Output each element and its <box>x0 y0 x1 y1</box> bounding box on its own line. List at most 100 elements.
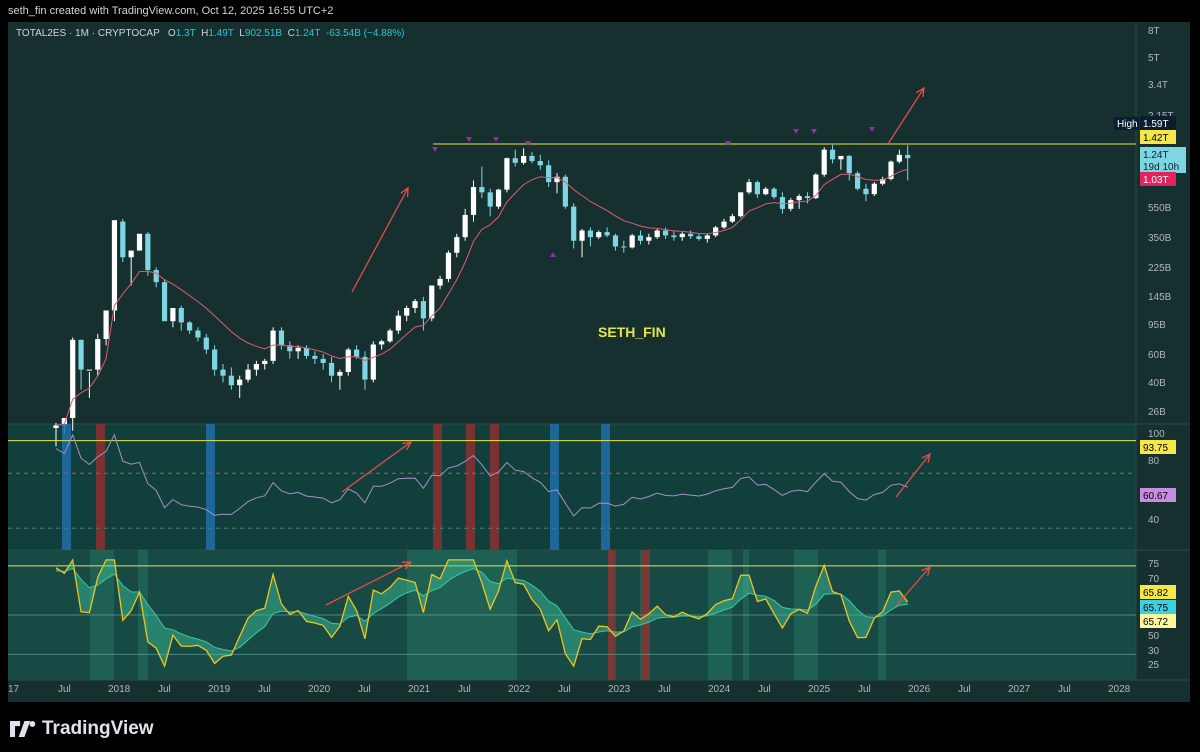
candle-body <box>420 301 426 319</box>
candle-body <box>404 308 410 316</box>
change-value: -63.54B (−4.88%) <box>325 28 405 39</box>
time-axis-label: 2020 <box>308 684 331 695</box>
candle-body <box>512 158 518 163</box>
current-price-tag: 1.24T <box>1143 150 1169 161</box>
signal-band <box>490 424 499 550</box>
candle-body <box>487 192 493 207</box>
candle-body <box>529 155 535 162</box>
candle-body <box>395 315 401 331</box>
high-label: High <box>1117 119 1138 130</box>
candle-body <box>312 355 318 359</box>
time-axis-label: 2021 <box>408 684 431 695</box>
candle-body <box>354 349 360 357</box>
price-tick-label: 350B <box>1148 233 1172 244</box>
candle-body <box>746 182 752 193</box>
candle-body <box>621 246 627 248</box>
candle-body <box>671 235 677 238</box>
countdown-tag: 19d 10h <box>1143 162 1179 173</box>
close-value: 1.24T <box>294 28 321 39</box>
candle-body <box>504 158 510 190</box>
low-value: 902.51B <box>244 28 283 39</box>
candle-body <box>788 200 794 209</box>
candle-body <box>521 155 527 163</box>
tradingview-logo-icon <box>10 721 36 737</box>
time-axis-label: Jul <box>58 684 71 695</box>
attribution-text: seth_fin created with TradingView.com, O… <box>8 5 334 17</box>
candle-body <box>896 154 902 162</box>
candle-body <box>729 216 735 222</box>
price-tick-label: 8T <box>1148 26 1160 37</box>
candle-body <box>829 149 836 160</box>
signal-band <box>433 424 442 550</box>
osc-tick-label: 50 <box>1148 631 1160 642</box>
time-axis-label: 2023 <box>608 684 631 695</box>
candle-body <box>604 232 610 236</box>
candle-body <box>863 188 869 195</box>
candle-body <box>470 187 477 215</box>
osc-value-tag: 65.82 <box>1143 588 1168 599</box>
signal-band <box>96 424 105 550</box>
candle-body <box>78 339 84 370</box>
signal-band <box>206 424 215 550</box>
candle-body <box>571 206 577 241</box>
candle-body <box>86 369 92 371</box>
candle-body <box>587 230 593 238</box>
time-axis-label: Jul <box>758 684 771 695</box>
candle-body <box>612 235 619 247</box>
candle-body <box>253 364 259 370</box>
time-axis-label: Jul <box>958 684 971 695</box>
time-axis-label: Jul <box>858 684 871 695</box>
time-axis-label: 2024 <box>708 684 731 695</box>
price-tick-label: 145B <box>1148 292 1172 303</box>
time-axis-label: Jul <box>1058 684 1071 695</box>
candle-body <box>95 339 101 370</box>
candle-body <box>437 278 443 286</box>
price-tick-label: 60B <box>1148 350 1166 361</box>
footer: TradingView <box>0 702 1200 752</box>
candle-body <box>53 425 59 428</box>
candle-body <box>103 310 109 340</box>
time-axis-label: 17 <box>8 684 20 695</box>
candle-body <box>245 369 251 380</box>
rsi-tick-label: 100 <box>1148 429 1165 440</box>
candle-body <box>337 371 343 376</box>
candle-body <box>170 308 176 322</box>
candle-body <box>637 235 644 241</box>
candle-body <box>161 282 168 322</box>
time-axis-label: 2019 <box>208 684 231 695</box>
signal-band <box>550 424 559 550</box>
candle-body <box>387 330 393 342</box>
tradingview-logo[interactable]: TradingView <box>10 718 154 740</box>
candle-body <box>120 221 126 258</box>
chart-area[interactable]: 8T5T3.4T2.15T550B350B225B145B95B60B40B26… <box>8 22 1190 702</box>
level-value-tag: 1.42T <box>1143 133 1169 144</box>
candle-body <box>462 214 468 238</box>
rsi-panel-background <box>8 424 1136 550</box>
candle-body <box>838 155 844 160</box>
candle-body <box>629 235 635 248</box>
candle-body <box>537 161 543 166</box>
ohlc-legend: TOTAL2ES · 1M · CRYPTOCAP O1.3T H1.49T L… <box>16 28 405 39</box>
candle-body <box>804 196 811 199</box>
watermark-text: SETH_FIN <box>598 324 666 340</box>
candle-body <box>821 149 827 175</box>
brand-name: TradingView <box>42 718 154 739</box>
osc-tick-label: 75 <box>1148 559 1160 570</box>
time-axis-label: Jul <box>558 684 571 695</box>
candle-body <box>662 230 669 236</box>
candle-body <box>195 330 201 338</box>
osc-value-tag: 65.72 <box>1143 617 1168 628</box>
candle-body <box>328 362 335 376</box>
candle-body <box>278 330 285 346</box>
signal-band <box>466 424 475 550</box>
chart-canvas[interactable]: 8T5T3.4T2.15T550B350B225B145B95B60B40B26… <box>8 22 1190 702</box>
candle-body <box>187 322 193 331</box>
candle-body <box>479 187 485 193</box>
close-label: C <box>287 28 295 39</box>
price-tick-label: 225B <box>1148 263 1172 274</box>
time-axis-label: 2018 <box>108 684 131 695</box>
osc-tick-label: 70 <box>1148 574 1160 585</box>
osc-tick-label: 30 <box>1148 646 1160 657</box>
osc-value-tag: 65.75 <box>1143 603 1168 614</box>
open-label: O <box>167 28 176 39</box>
